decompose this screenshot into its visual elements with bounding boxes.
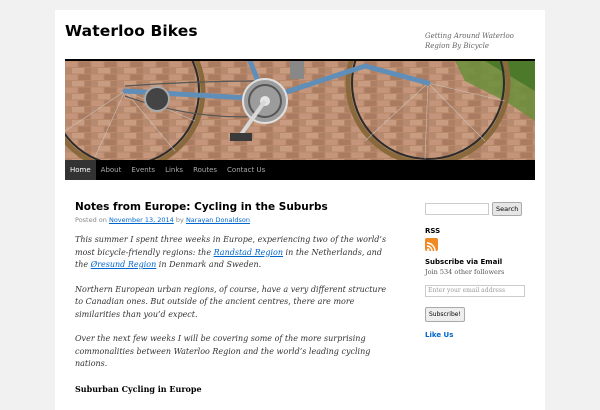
- post-content: This summer I spent three weeks in Europ…: [75, 234, 395, 395]
- nav-item-events[interactable]: Events: [126, 160, 160, 180]
- site-description: Getting Around Waterloo Region By Bicycl…: [425, 32, 514, 50]
- email-field[interactable]: Enter your email address: [425, 285, 525, 297]
- like-us-title[interactable]: Like Us: [425, 331, 535, 339]
- paragraph-2: Northern European urban regions, of cour…: [75, 284, 387, 319]
- post-date-link[interactable]: November 13, 2014: [109, 216, 174, 224]
- rss-title: RSS: [425, 227, 441, 235]
- subheading: Suburban Cycling in Europe: [75, 383, 202, 394]
- nav-item-routes[interactable]: Routes: [188, 160, 222, 180]
- oresund-link[interactable]: Øresund Region: [91, 260, 157, 269]
- header-image: [65, 61, 535, 160]
- search-button[interactable]: Search: [492, 202, 523, 216]
- subscribe-title: Subscribe via Email: [425, 258, 503, 266]
- nav-item-links[interactable]: Links: [160, 160, 188, 180]
- post: Notes from Europe: Cycling in the Suburb…: [75, 200, 395, 395]
- header: Waterloo Bikes Getting Around Waterloo R…: [55, 10, 545, 60]
- subscribe-count: Join 534 other followers: [425, 268, 505, 276]
- page: Waterloo Bikes Getting Around Waterloo R…: [55, 10, 545, 410]
- sidebar: Search RSS Subscribe via Email Join 534 …: [425, 202, 535, 339]
- meta-by: by: [175, 216, 184, 224]
- nav-item-about[interactable]: About: [96, 160, 127, 180]
- meta-prefix: Posted on: [75, 216, 107, 224]
- bicycle-photo: [65, 61, 535, 160]
- nav-item-contact-us[interactable]: Contact Us: [222, 160, 270, 180]
- author-link[interactable]: Narayan Donaldson: [186, 216, 250, 224]
- rss-icon[interactable]: [425, 238, 438, 252]
- paragraph-1: This summer I spent three weeks in Europ…: [75, 234, 395, 272]
- search-input[interactable]: [425, 203, 489, 215]
- nav-item-home[interactable]: Home: [65, 160, 96, 180]
- post-meta: Posted on November 13, 2014 by Narayan D…: [75, 215, 395, 225]
- subscribe-button[interactable]: Subscribe!: [425, 307, 465, 322]
- paragraph-1-text-c: in Denmark and Sweden.: [156, 260, 262, 269]
- randstad-link[interactable]: Randstad Region: [214, 248, 283, 257]
- main-navigation: Home About Events Links Routes Contact Us: [65, 160, 535, 180]
- site-title[interactable]: Waterloo Bikes: [65, 22, 198, 40]
- post-title[interactable]: Notes from Europe: Cycling in the Suburb…: [75, 200, 395, 214]
- paragraph-3: Over the next few weeks I will be coveri…: [75, 334, 371, 368]
- search-widget: Search: [425, 202, 535, 216]
